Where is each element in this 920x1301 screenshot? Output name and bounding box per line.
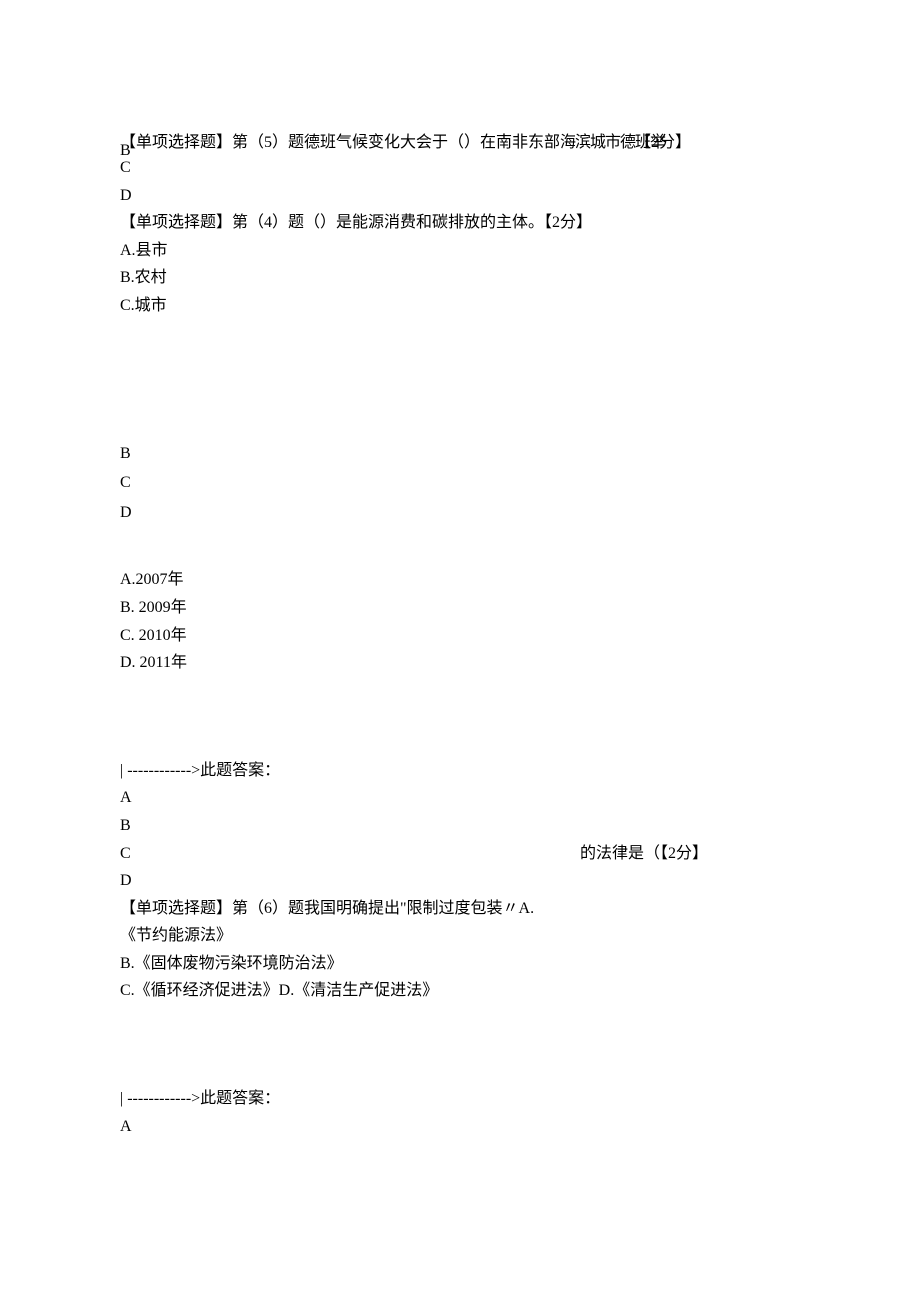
q5-option-b: B. 2009年 [120,595,800,621]
q5-option-a: A.2007年 [120,567,800,593]
q4-option-b: B.农村 [120,265,800,291]
answer-label-1: | ------------>此题答案： [120,758,800,784]
question-4-stem: 【单项选择题】第（4）题（）是能源消费和碳排放的主体。【2分】 [120,210,800,236]
option-d: D [120,183,800,209]
law-fragment: 的法律是（【2分】 [580,841,708,867]
q5-score: 【2分】 [635,134,691,151]
option-b-2: B [120,441,800,467]
question-6-stem: 【单项选择题】第（6）题我国明确提出"限制过度包装〃A. [120,896,800,922]
q4-option-c: C.城市 [120,293,800,319]
answer-label-2: | ------------>此题答案： [120,1086,800,1112]
option-c-2: C [120,470,800,496]
answer-c: C [120,845,131,862]
option-b: B [120,138,131,164]
q6-option-b: B.《固体废物污染环境防治法》 [120,951,800,977]
q6-option-a: 《节约能源法》 [120,923,800,949]
q5-option-c: C. 2010年 [120,623,800,649]
option-d-2: D [120,500,800,526]
q6-option-cd: C.《循环经济促进法》D.《清洁生产促进法》 [120,978,800,1004]
answer-b: B [120,813,800,839]
answer-2-a: A [120,1114,800,1140]
answer-a: A [120,785,800,811]
q4-option-a: A.县市 [120,238,800,264]
answer-d: D [120,868,800,894]
q5-text-part1: 【单项选择题】第（5）题德班气候变化大会于（）在南非东部 [120,134,560,151]
question-5-stem: 【单项选择题】第（5）题德班气候变化大会于（）在南非东部海滨城市德班举【2分】 [120,130,691,156]
option-c: C [120,155,800,181]
q5-option-d: D. 2011年 [120,650,800,676]
